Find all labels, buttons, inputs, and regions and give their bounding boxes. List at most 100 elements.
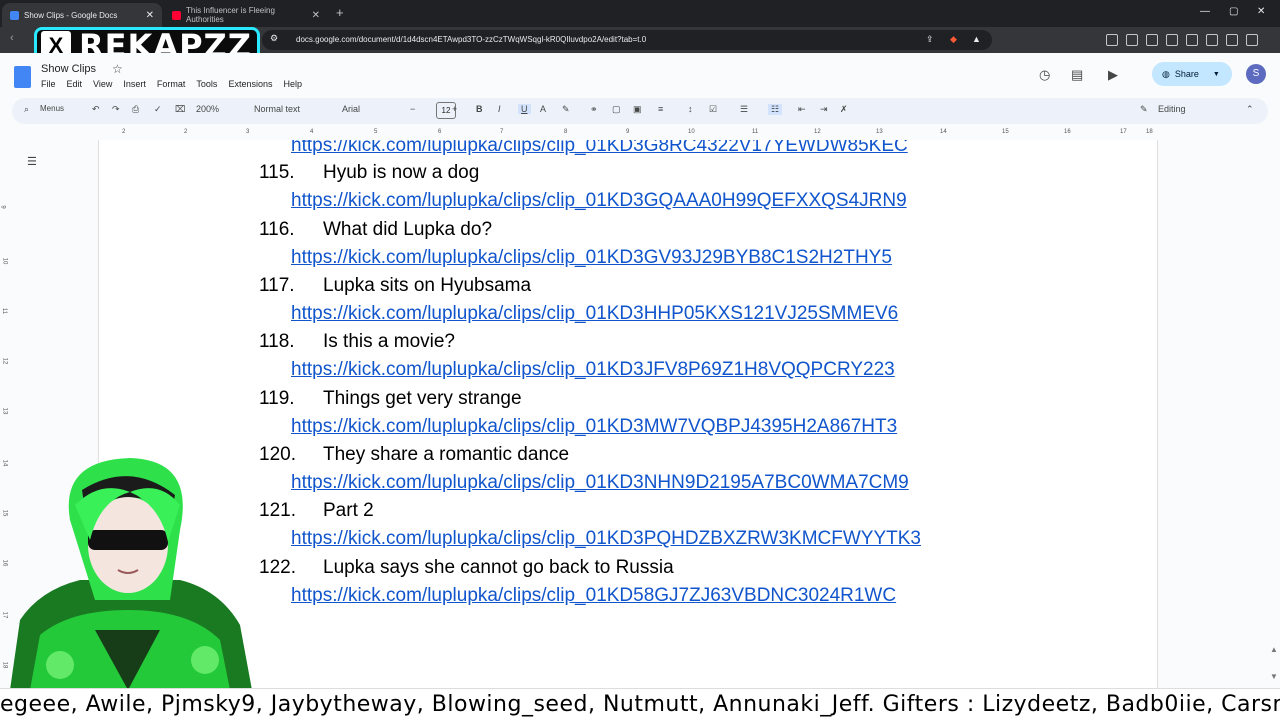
history-icon[interactable]: ◷ (1039, 67, 1050, 83)
media-icon[interactable] (1146, 34, 1158, 46)
line-spacing-icon[interactable]: ↕ (688, 104, 693, 114)
decrease-indent-icon[interactable]: ⇤ (798, 104, 806, 115)
clip-link[interactable]: https://kick.com/luplupka/clips/clip_01K… (291, 528, 921, 550)
font-select[interactable]: Arial (342, 104, 360, 114)
style-select[interactable]: Normal text (254, 104, 300, 114)
decrease-font-icon[interactable]: − (410, 104, 415, 114)
clip-link[interactable]: https://kick.com/luplupka/clips/clip_01K… (291, 247, 892, 269)
menu-bar: File Edit View Insert Format Tools Exten… (41, 79, 302, 89)
underline-icon[interactable]: U (518, 104, 531, 114)
url-input[interactable]: docs.google.com/document/d/1d4dscn4ETAwp… (262, 30, 992, 50)
bullet-list-icon[interactable]: ☰ (740, 104, 748, 115)
site-info-icon[interactable]: ⚙ (270, 33, 278, 44)
clip-link[interactable]: https://kick.com/luplupka/clips/clip_01K… (291, 190, 907, 212)
mode-select[interactable]: Editing (1158, 104, 1186, 114)
link-icon[interactable]: ⚭ (590, 104, 598, 115)
document-outline-icon[interactable]: ☰ (27, 155, 37, 168)
horizontal-ruler[interactable]: 2 2 3 4 5 6 7 8 9 10 11 12 13 14 15 16 1… (98, 127, 1158, 140)
comments-icon[interactable]: ▤ (1071, 67, 1083, 83)
ruler-tick: 10 (1, 257, 8, 265)
back-icon[interactable]: ‹ (10, 32, 14, 44)
italic-icon[interactable]: I (498, 104, 501, 114)
text-color-icon[interactable]: A (540, 104, 546, 114)
paint-format-icon[interactable]: ⌧ (175, 104, 185, 115)
url-text: docs.google.com/document/d/1d4dscn4ETAwp… (296, 35, 647, 44)
clip-link[interactable]: https://kick.com/luplupka/clips/clip_01K… (291, 472, 909, 494)
menu-extensions[interactable]: Extensions (228, 79, 272, 89)
ruler-tick: 8 (564, 129, 568, 135)
clip-title: Lupka says she cannot go back to Russia (323, 557, 674, 578)
search-menus-input[interactable]: Menus (40, 104, 64, 113)
redo-icon[interactable]: ↷ (112, 104, 120, 115)
menu-file[interactable]: File (41, 79, 56, 89)
ruler-tick: 11 (752, 129, 759, 135)
menu-icon[interactable] (1246, 34, 1258, 46)
search-icon[interactable]: ⌕ (24, 104, 29, 115)
ruler-tick: 9 (0, 205, 6, 209)
clip-link[interactable]: https://kick.com/luplupka/clips/clip_01K… (291, 585, 896, 607)
browser-tab[interactable]: This Influencer is Fleeing Authorities ✕ (164, 3, 328, 27)
increase-indent-icon[interactable]: ⇥ (820, 104, 828, 115)
spellcheck-icon[interactable]: ✓ (154, 104, 162, 115)
youtube-tab-icon (172, 10, 181, 20)
ruler-tick: 2 (122, 129, 126, 135)
document-title[interactable]: Show Clips (41, 63, 96, 75)
ruler-tick: 17 (1120, 129, 1127, 135)
sidebar-icon[interactable] (1166, 34, 1178, 46)
increase-font-icon[interactable]: + (452, 104, 457, 114)
browser-tab-active[interactable]: Show Clips - Google Docs ✕ (2, 3, 162, 27)
print-icon[interactable]: ⎙ (132, 104, 139, 115)
share-page-icon[interactable]: ⇪ (926, 34, 934, 45)
avatar[interactable]: S (1246, 64, 1266, 84)
ruler-tick: 6 (438, 129, 442, 135)
menu-view[interactable]: View (93, 79, 112, 89)
menu-tools[interactable]: Tools (196, 79, 217, 89)
clear-formatting-icon[interactable]: ✗ (840, 104, 848, 115)
highlight-icon[interactable]: ✎ (562, 104, 570, 115)
ruler-tick: 18 (1146, 129, 1153, 135)
checklist-icon[interactable]: ☑ (709, 104, 717, 115)
clip-link[interactable]: https://kick.com/luplupka/clips/clip_01K… (291, 140, 908, 157)
undo-icon[interactable]: ↶ (92, 104, 100, 115)
list-number: 116. (259, 219, 295, 240)
new-tab-icon[interactable]: + (336, 5, 344, 20)
collapse-icon[interactable]: ⌃ (1246, 104, 1254, 115)
menu-help[interactable]: Help (283, 79, 302, 89)
extension-icon[interactable] (1106, 34, 1118, 46)
menu-insert[interactable]: Insert (123, 79, 146, 89)
share-button[interactable]: ◍ Share ▼ (1152, 62, 1232, 86)
rewards-icon[interactable]: ▲ (972, 34, 981, 44)
docs-logo-icon[interactable] (14, 66, 31, 88)
close-icon[interactable]: ✕ (146, 10, 154, 21)
ruler-tick: 9 (626, 129, 630, 135)
document-page[interactable]: https://kick.com/luplupka/clips/clip_01K… (98, 140, 1158, 688)
list-number: 115. (259, 162, 295, 183)
close-window-icon[interactable]: ✕ (1257, 6, 1265, 17)
star-icon[interactable]: ☆ (112, 62, 123, 76)
vpn-icon[interactable] (1206, 34, 1218, 46)
maximize-icon[interactable]: ▢ (1229, 6, 1238, 17)
align-icon[interactable]: ≡ (658, 104, 663, 114)
clip-link[interactable]: https://kick.com/luplupka/clips/clip_01K… (291, 416, 897, 438)
zoom-select[interactable]: 200% (196, 104, 219, 114)
wallet-icon[interactable] (1186, 34, 1198, 46)
meet-icon[interactable]: ▶ (1108, 67, 1118, 83)
menu-edit[interactable]: Edit (67, 79, 83, 89)
bold-icon[interactable]: B (476, 104, 483, 114)
close-icon[interactable]: ✕ (312, 10, 320, 21)
tab-label: Show Clips - Google Docs (24, 10, 118, 20)
minimize-icon[interactable]: — (1200, 6, 1210, 17)
download-icon[interactable] (1226, 34, 1238, 46)
scroll-indicator-icon[interactable]: ▲ ▼ (1270, 645, 1278, 681)
image-icon[interactable]: ▣ (633, 104, 642, 115)
vtuber-avatar-image (10, 458, 252, 690)
clip-link[interactable]: https://kick.com/luplupka/clips/clip_01K… (291, 359, 895, 381)
brave-shield-icon[interactable]: ◆ (950, 34, 957, 45)
comment-icon[interactable]: ▢ (612, 104, 621, 115)
numbered-list-icon[interactable]: ☷ (768, 104, 783, 115)
clip-link[interactable]: https://kick.com/luplupka/clips/clip_01K… (291, 303, 898, 325)
menu-format[interactable]: Format (157, 79, 186, 89)
extension-icon[interactable] (1126, 34, 1138, 46)
ruler-tick: 13 (1, 407, 8, 415)
browser-tab-strip: Show Clips - Google Docs ✕ This Influenc… (0, 0, 1280, 27)
